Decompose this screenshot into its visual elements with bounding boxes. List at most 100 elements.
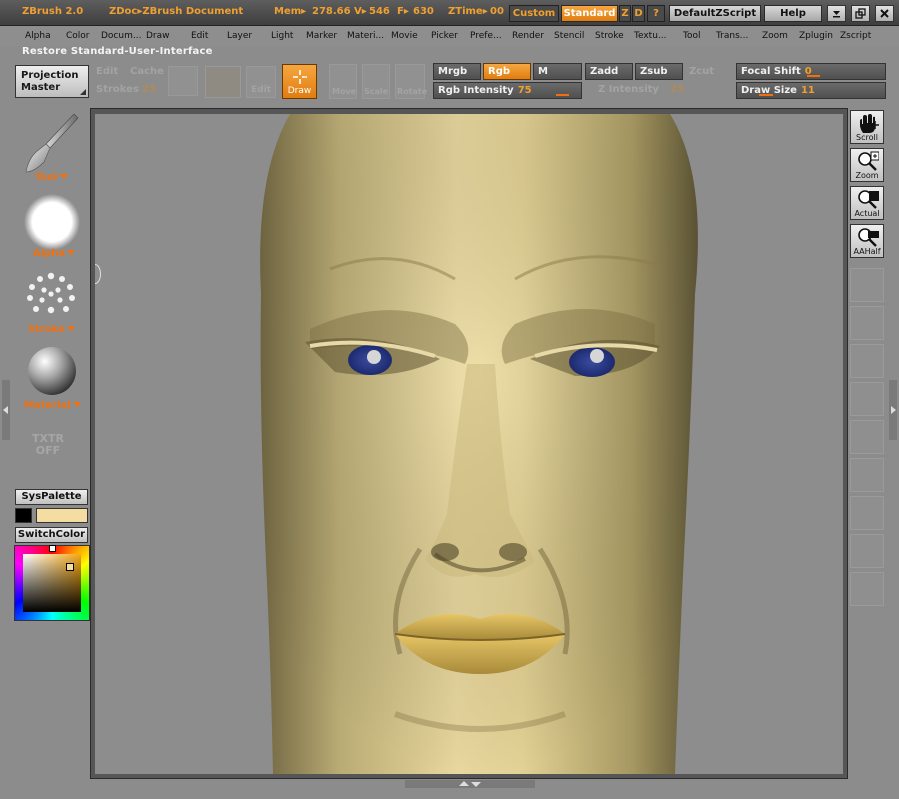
menu-texture[interactable]: Textu...: [634, 31, 667, 41]
menu-zplugin[interactable]: Zplugin: [799, 31, 833, 41]
draw-button[interactable]: Draw: [282, 64, 317, 99]
z-button[interactable]: Z: [619, 5, 631, 22]
menu-bar: Alpha Color Docum... Draw Edit Layer Lig…: [0, 26, 899, 46]
m-button[interactable]: M: [533, 63, 582, 80]
mrgb-button[interactable]: Mrgb: [433, 63, 481, 80]
aahalf-button[interactable]: AAHalf: [850, 224, 884, 258]
v-value: 546: [369, 6, 390, 17]
menu-render[interactable]: Render: [512, 31, 544, 41]
move-button[interactable]: Move: [329, 64, 357, 99]
draw-button-label: Draw: [287, 86, 312, 96]
scroll-button[interactable]: Scroll: [850, 110, 884, 144]
corner-indicator-icon: [80, 89, 86, 95]
zsub-button[interactable]: Zsub: [635, 63, 683, 80]
draw-size-value: 11: [800, 85, 815, 96]
ztime-value: 00: [490, 6, 504, 17]
menu-movie[interactable]: Movie: [391, 31, 418, 41]
left-collapse-tab[interactable]: [2, 380, 10, 440]
menu-alpha[interactable]: Alpha: [25, 31, 51, 41]
stroke-label: Stroke: [28, 324, 65, 335]
menu-marker[interactable]: Marker: [306, 31, 337, 41]
switchcolor-button[interactable]: SwitchColor: [15, 527, 88, 543]
minimize-button[interactable]: [827, 5, 846, 22]
alpha-preview-icon[interactable]: [24, 194, 80, 250]
menu-tool[interactable]: Tool: [683, 31, 700, 41]
zcut-button[interactable]: Zcut: [689, 66, 714, 77]
help-button[interactable]: Help: [764, 5, 822, 22]
aahalf-label: AAHalf: [853, 247, 881, 256]
material-label: Material: [24, 400, 71, 411]
mem-label: Mem▸: [274, 6, 307, 17]
document-canvas[interactable]: [95, 114, 843, 774]
strokes-value: 25: [142, 84, 156, 95]
material-selector[interactable]: Material: [24, 400, 81, 411]
document-title[interactable]: ZDoc▸ZBrush Document: [109, 6, 243, 17]
move-button-label: Move: [332, 87, 357, 96]
focal-shift-slider[interactable]: Focal Shift 0: [736, 63, 886, 80]
d-button[interactable]: D: [632, 5, 645, 22]
menu-draw[interactable]: Draw: [146, 31, 170, 41]
menu-zscript[interactable]: Zscript: [840, 31, 871, 41]
close-button[interactable]: [875, 5, 894, 22]
left-shelf: Tool Alpha Stroke Material TXTR OFF SysP…: [0, 106, 92, 776]
menu-light[interactable]: Light: [271, 31, 293, 41]
menu-document[interactable]: Docum...: [101, 31, 141, 41]
zadd-button[interactable]: Zadd: [585, 63, 633, 80]
menu-preferences[interactable]: Prefe...: [470, 31, 502, 41]
zoom-button[interactable]: Zoom: [850, 148, 884, 182]
brush-tool-icon[interactable]: [22, 112, 80, 174]
restore-button[interactable]: [851, 5, 870, 22]
projection-master-button[interactable]: Projection Master: [15, 65, 89, 98]
menu-color[interactable]: Color: [66, 31, 90, 41]
sculpted-head-model[interactable]: [95, 114, 843, 774]
tool-selector[interactable]: Tool: [35, 172, 68, 183]
scroll-label: Scroll: [856, 133, 878, 142]
color-marker[interactable]: [66, 563, 74, 571]
zscript-button[interactable]: DefaultZScript: [669, 5, 761, 22]
ghost-nav-button: [850, 420, 884, 454]
chevron-left-icon: [3, 406, 8, 414]
right-collapse-tab[interactable]: [889, 380, 897, 440]
main-color-swatch[interactable]: [36, 508, 88, 523]
scale-button[interactable]: Scale: [362, 64, 390, 99]
chevron-down-icon: [59, 174, 68, 179]
projection-master-label-1: Projection: [21, 70, 79, 81]
draw-size-slider[interactable]: Draw Size 11: [736, 82, 886, 99]
secondary-color-swatch[interactable]: [15, 508, 32, 523]
ghost-tool-slot: [168, 66, 198, 96]
menu-layer[interactable]: Layer: [227, 31, 252, 41]
stroke-dots-icon[interactable]: [26, 270, 76, 318]
bottom-collapse-tab[interactable]: [405, 780, 535, 788]
menu-transform[interactable]: Trans...: [716, 31, 748, 41]
rotate-button[interactable]: Rotate: [395, 64, 427, 99]
menu-edit[interactable]: Edit: [191, 31, 208, 41]
chevron-up-down-icon: [459, 781, 481, 787]
ghost-nav-button: [850, 496, 884, 530]
hand-scroll-icon: [860, 114, 879, 133]
restore-icon: [855, 8, 866, 19]
texture-off-indicator[interactable]: TXTR OFF: [32, 433, 64, 457]
stroke-selector[interactable]: Stroke: [28, 324, 75, 335]
standard-ui-button[interactable]: Standard: [561, 5, 618, 22]
custom-ui-button[interactable]: Custom: [509, 5, 559, 22]
chevron-right-icon: [891, 406, 896, 414]
scale-button-label: Scale: [364, 87, 389, 96]
edit-button[interactable]: Edit: [246, 66, 276, 98]
menu-zoom[interactable]: Zoom: [762, 31, 788, 41]
actual-size-button[interactable]: Actual: [850, 186, 884, 220]
color-picker[interactable]: [14, 545, 90, 621]
menu-picker[interactable]: Picker: [431, 31, 458, 41]
hue-marker[interactable]: [49, 545, 56, 552]
ghost-nav-button: [850, 382, 884, 416]
projection-master-label-2: Master: [21, 82, 61, 93]
menu-stencil[interactable]: Stencil: [554, 31, 584, 41]
rgb-button[interactable]: Rgb: [483, 63, 531, 80]
help-question-button[interactable]: ?: [647, 5, 665, 22]
syspalette-button[interactable]: SysPalette: [15, 489, 88, 505]
focal-shift-marker: [807, 75, 820, 77]
menu-material[interactable]: Materi...: [347, 31, 384, 41]
material-sphere-icon[interactable]: [27, 346, 77, 396]
menu-stroke[interactable]: Stroke: [595, 31, 624, 41]
rgb-intensity-slider[interactable]: Rgb Intensity 75: [433, 82, 582, 99]
alpha-selector[interactable]: Alpha: [33, 248, 76, 259]
